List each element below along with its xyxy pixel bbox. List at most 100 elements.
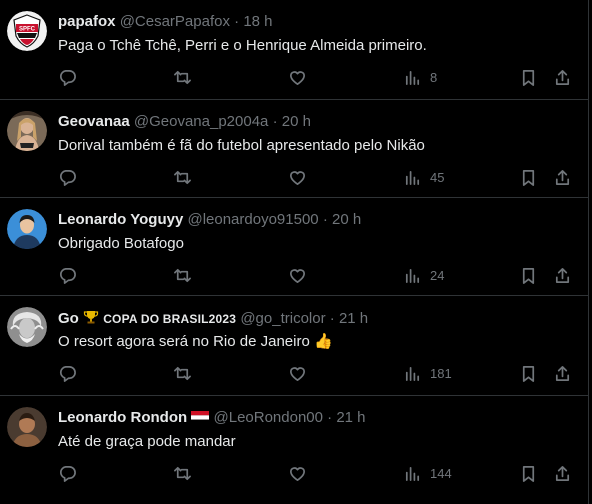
share-button[interactable] <box>553 463 572 483</box>
bookmark-button[interactable] <box>519 265 538 285</box>
heart-icon <box>289 268 306 283</box>
separator: · <box>329 310 335 327</box>
reply-tweet[interactable]: Geovanaa @Geovana_p2004a · 20 h Dorival … <box>0 100 589 198</box>
views-button[interactable]: 45 <box>403 167 444 187</box>
separator: · <box>234 13 240 30</box>
like-button[interactable] <box>288 67 307 87</box>
tweet-text: Até de graça pode mandar <box>58 433 236 450</box>
reply-button[interactable] <box>58 363 77 383</box>
views-count: 144 <box>430 465 452 481</box>
share-button[interactable] <box>553 265 572 285</box>
retweet-button[interactable] <box>173 67 192 87</box>
share-button[interactable] <box>553 67 572 87</box>
heart-icon <box>289 366 306 381</box>
timestamp[interactable]: 21 h <box>336 409 365 426</box>
bookmark-icon <box>522 465 535 482</box>
tweet-text: Obrigado Botafogo <box>58 235 184 252</box>
bookmark-button[interactable] <box>519 67 538 87</box>
action-bar: 181 <box>0 363 589 383</box>
share-icon <box>555 69 570 85</box>
like-button[interactable] <box>288 265 307 285</box>
views-icon <box>405 170 420 185</box>
timestamp[interactable]: 20 h <box>282 113 311 130</box>
separator: · <box>272 113 278 130</box>
bookmark-button[interactable] <box>519 363 538 383</box>
retweet-button[interactable] <box>173 167 192 187</box>
action-bar: 45 <box>0 167 589 187</box>
bookmark-icon <box>522 365 535 382</box>
display-name[interactable]: Leonardo Rondon <box>58 409 187 426</box>
user-handle[interactable]: @leonardoyo91500 <box>187 211 318 228</box>
reply-tweet[interactable]: Go COPA DO BRASIL2023 @go_tricolor · 21 … <box>0 296 589 396</box>
user-handle[interactable]: @CesarPapafox <box>120 13 230 30</box>
reply-icon <box>59 465 76 482</box>
views-count: 8 <box>430 69 438 85</box>
retweet-icon <box>174 170 191 184</box>
timestamp[interactable]: 21 h <box>339 310 368 327</box>
trophy-icon <box>83 309 99 330</box>
views-button[interactable]: 181 <box>403 363 452 383</box>
reply-icon <box>59 365 76 382</box>
views-button[interactable]: 144 <box>403 463 452 483</box>
bookmark-icon <box>522 169 535 186</box>
heart-icon <box>289 466 306 481</box>
views-count: 24 <box>430 267 445 283</box>
user-handle[interactable]: @LeoRondon00 <box>214 409 323 426</box>
retweet-button[interactable] <box>173 363 192 383</box>
display-name[interactable]: Go <box>58 310 79 327</box>
views-icon <box>405 366 420 381</box>
retweet-button[interactable] <box>173 463 192 483</box>
like-button[interactable] <box>288 167 307 187</box>
reply-button[interactable] <box>58 265 77 285</box>
user-handle[interactable]: @go_tricolor <box>240 310 325 327</box>
reply-tweet[interactable]: SPFC papafox @CesarPapafox · 18 h Paga o… <box>0 0 589 100</box>
avatar[interactable] <box>7 209 47 249</box>
share-icon <box>555 267 570 283</box>
views-count: 181 <box>430 365 452 381</box>
reply-button[interactable] <box>58 167 77 187</box>
user-handle[interactable]: @Geovana_p2004a <box>134 113 269 130</box>
share-icon <box>555 169 570 185</box>
views-count: 45 <box>430 169 445 185</box>
share-icon <box>555 465 570 481</box>
separator: · <box>327 409 333 426</box>
avatar[interactable] <box>7 111 47 151</box>
bookmark-icon <box>522 69 535 86</box>
reply-button[interactable] <box>58 463 77 483</box>
tweet-text: Paga o Tchê Tchê, Perri e o Henrique Alm… <box>58 37 427 54</box>
like-button[interactable] <box>288 463 307 483</box>
tweet-text: Dorival também é fã do futebol apresenta… <box>58 137 425 154</box>
timestamp[interactable]: 18 h <box>243 13 272 30</box>
action-bar: 144 <box>0 463 589 483</box>
retweet-icon <box>174 70 191 84</box>
share-icon <box>555 365 570 381</box>
avatar[interactable]: SPFC <box>7 11 47 51</box>
bookmark-icon <box>522 267 535 284</box>
display-name[interactable]: papafox <box>58 13 116 30</box>
bookmark-button[interactable] <box>519 167 538 187</box>
views-icon <box>405 268 420 283</box>
replies-feed: SPFC papafox @CesarPapafox · 18 h Paga o… <box>0 0 592 504</box>
reply-icon <box>59 69 76 86</box>
views-button[interactable]: 24 <box>403 265 444 285</box>
reply-tweet[interactable]: Leonardo Yoguyy @leonardoyo91500 · 20 h … <box>0 198 589 296</box>
like-button[interactable] <box>288 363 307 383</box>
name-badge: COPA DO BRASIL2023 <box>103 312 237 326</box>
flag-icon <box>191 411 210 429</box>
views-icon <box>405 466 420 481</box>
retweet-button[interactable] <box>173 265 192 285</box>
display-name[interactable]: Leonardo Yoguyy <box>58 211 183 228</box>
share-button[interactable] <box>553 363 572 383</box>
avatar[interactable] <box>7 307 47 347</box>
share-button[interactable] <box>553 167 572 187</box>
timestamp[interactable]: 20 h <box>332 211 361 228</box>
separator: · <box>322 211 328 228</box>
views-button[interactable]: 8 <box>403 67 437 87</box>
retweet-icon <box>174 366 191 380</box>
reply-tweet[interactable]: Leonardo Rondon @LeoRondon00 · 21 h Até … <box>0 396 589 504</box>
bookmark-button[interactable] <box>519 463 538 483</box>
avatar[interactable] <box>7 407 47 447</box>
reply-button[interactable] <box>58 67 77 87</box>
action-bar: 8 <box>0 67 589 87</box>
display-name[interactable]: Geovanaa <box>58 113 130 130</box>
